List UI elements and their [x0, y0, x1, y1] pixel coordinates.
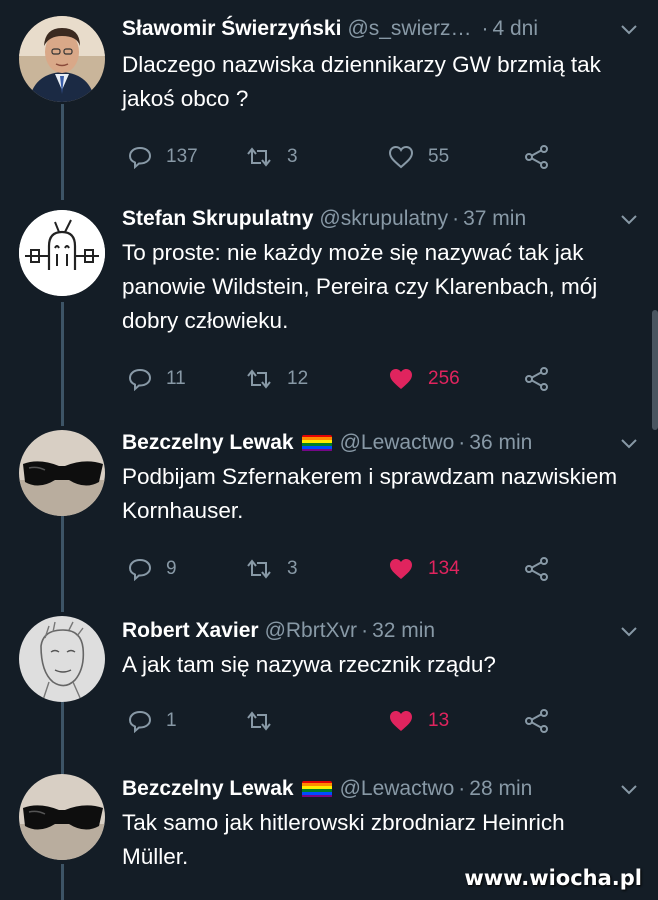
handle[interactable]: @Lewactwo — [340, 774, 455, 804]
avatar[interactable] — [19, 210, 105, 296]
avatar[interactable] — [19, 774, 105, 860]
reply-button[interactable]: 1 — [128, 706, 177, 736]
thread-line — [61, 516, 64, 612]
handle[interactable]: @s_swierz… — [347, 14, 471, 44]
heart-filled-icon — [390, 559, 412, 579]
tweet-header: Stefan Skrupulatny @skrupulatny · 37 min — [122, 204, 526, 234]
tweet-actions: 11 12 256 — [128, 364, 628, 394]
tweet-text: Podbijam Szfernakerem i sprawdzam nazwis… — [122, 464, 618, 523]
tweet-text: A jak tam się nazywa rzecznik rządu? — [122, 652, 496, 677]
tweet-text: To proste: nie każdy może się nazywać ta… — [122, 240, 598, 333]
reply-count: 9 — [166, 558, 177, 579]
like-count: 134 — [428, 558, 460, 579]
thread-line — [61, 864, 64, 900]
avatar[interactable] — [19, 616, 105, 702]
timestamp[interactable]: 28 min — [469, 774, 532, 804]
retweet-icon — [247, 711, 271, 731]
chevron-down-icon[interactable] — [620, 626, 638, 638]
chevron-down-icon[interactable] — [620, 784, 638, 796]
share-icon — [525, 709, 548, 733]
thread-line — [61, 302, 64, 426]
scrollbar[interactable] — [652, 310, 658, 430]
reply-icon — [128, 146, 152, 169]
rainbow-flag-icon — [301, 780, 332, 798]
tweet-actions: 137 3 55 — [128, 142, 628, 172]
display-name[interactable]: Bezczelny Lewak — [122, 428, 294, 458]
separator: · — [361, 619, 369, 642]
rainbow-flag-icon — [301, 434, 332, 452]
chevron-down-icon[interactable] — [620, 438, 638, 450]
separator: · — [452, 207, 460, 230]
reply-count: 1 — [166, 710, 177, 731]
separator: · — [458, 777, 466, 800]
reply-count: 11 — [166, 368, 186, 389]
tweet-text: Tak samo jak hitlerowski zbrodniarz Hein… — [122, 810, 565, 869]
heart-filled-icon — [390, 369, 412, 389]
retweet-button[interactable]: 12 — [245, 364, 308, 394]
reply-button[interactable]: 9 — [128, 554, 177, 584]
chevron-down-icon[interactable] — [620, 24, 638, 36]
timestamp[interactable]: 36 min — [469, 428, 532, 458]
timestamp[interactable]: 32 min — [372, 616, 435, 646]
handle[interactable]: @Lewactwo — [340, 428, 455, 458]
share-button[interactable] — [524, 554, 564, 584]
reply-count: 137 — [166, 146, 198, 167]
timestamp[interactable]: 4 dni — [492, 14, 538, 44]
share-button[interactable] — [524, 364, 564, 394]
share-button[interactable] — [524, 706, 564, 736]
tweet-header: Bezczelny Lewak @Lewactwo · 28 min — [122, 774, 532, 804]
like-button[interactable]: 134 — [388, 554, 460, 584]
display-name[interactable]: Bezczelny Lewak — [122, 774, 294, 804]
watermark: www.wiocha.pl — [464, 866, 642, 890]
chevron-down-icon[interactable] — [620, 214, 638, 226]
retweet-count: 12 — [287, 368, 309, 389]
tweet-actions: 1 13 — [128, 706, 628, 736]
retweet-button[interactable]: 3 — [245, 142, 298, 172]
retweet-icon — [247, 369, 271, 389]
tweet-header: Sławomir Świerzyński @s_swierz… · 4 dni — [122, 14, 538, 44]
reply-icon — [128, 558, 152, 581]
retweet-count: 3 — [287, 558, 298, 579]
tweet-actions: 9 3 134 — [128, 554, 628, 584]
avatar[interactable] — [19, 430, 105, 516]
like-button[interactable]: 256 — [388, 364, 460, 394]
tweet-text: Dlaczego nazwiska dziennikarzy GW brzmią… — [122, 52, 601, 111]
separator: · — [458, 431, 466, 454]
handle[interactable]: @RbrtXvr — [265, 616, 358, 646]
timestamp[interactable]: 37 min — [463, 204, 526, 234]
thread-line — [61, 104, 64, 200]
like-count: 55 — [428, 146, 450, 167]
reply-button[interactable]: 11 — [128, 364, 186, 394]
like-button[interactable]: 55 — [388, 142, 449, 172]
share-icon — [525, 367, 548, 391]
tweet-header: Bezczelny Lewak @Lewactwo · 36 min — [122, 428, 532, 458]
share-button[interactable] — [524, 142, 564, 172]
heart-icon — [388, 145, 414, 169]
display-name[interactable]: Robert Xavier — [122, 616, 259, 646]
like-button[interactable]: 13 — [388, 706, 449, 736]
reply-icon — [128, 368, 152, 391]
retweet-button[interactable]: 3 — [245, 554, 298, 584]
heart-filled-icon — [390, 711, 412, 731]
like-count: 256 — [428, 368, 460, 389]
tweet-header: Robert Xavier @RbrtXvr · 32 min — [122, 616, 435, 646]
display-name[interactable]: Stefan Skrupulatny — [122, 204, 313, 234]
share-icon — [525, 145, 548, 169]
share-icon — [525, 557, 548, 581]
handle[interactable]: @skrupulatny — [319, 204, 448, 234]
display-name[interactable]: Sławomir Świerzyński — [122, 14, 341, 44]
reply-button[interactable]: 137 — [128, 142, 198, 172]
retweet-count: 3 — [287, 146, 298, 167]
separator: · — [481, 17, 489, 40]
thread-line — [61, 702, 64, 774]
retweet-icon — [247, 559, 271, 579]
reply-icon — [128, 710, 152, 733]
avatar[interactable] — [19, 16, 105, 102]
like-count: 13 — [428, 710, 450, 731]
retweet-button[interactable] — [245, 706, 287, 736]
retweet-icon — [247, 147, 271, 167]
